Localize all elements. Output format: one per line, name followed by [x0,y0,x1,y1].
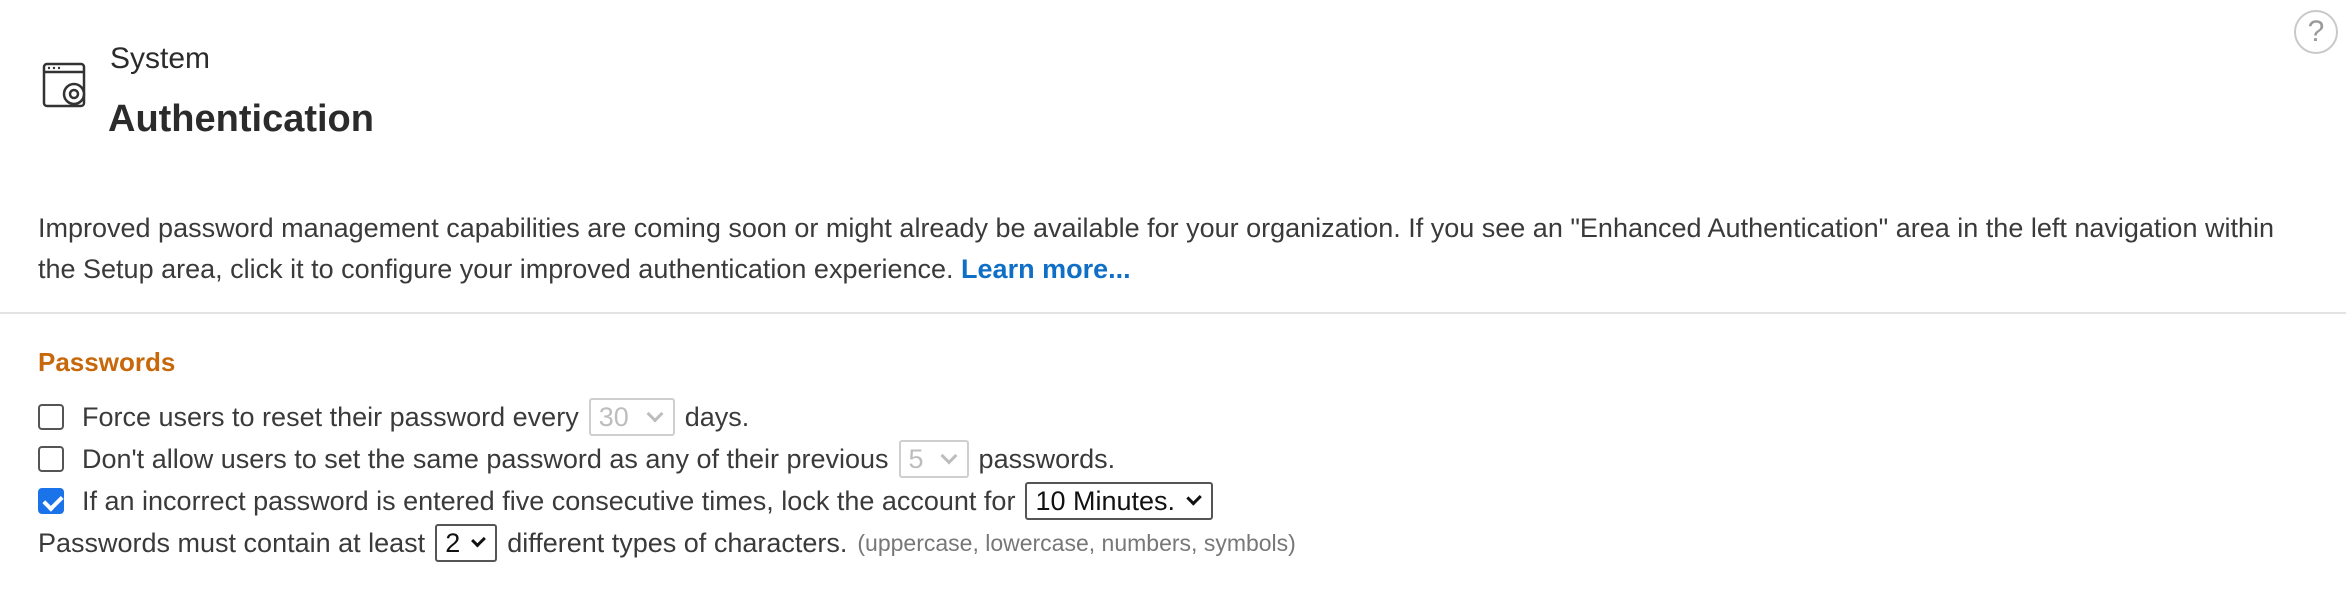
complexity-label: Passwords must contain at least [38,527,426,558]
lockout-label: If an incorrect password is entered five… [82,485,1016,516]
password-reset-days-value: 30 [598,401,629,432]
page-title: Authentication [108,98,374,140]
chevron-down-icon [1186,490,1203,506]
lockout-duration-value: 10 Minutes. [1035,485,1176,516]
lockout-row: If an incorrect password is entered five… [38,482,1223,520]
complexity-suffix: different types of characters. [507,527,848,558]
complexity-select[interactable]: 2 [435,524,498,562]
password-reset-label: Force users to reset their password ever… [82,401,579,432]
passwords-section-title: Passwords [38,347,176,377]
enhanced-auth-notice: Improved password management capabilitie… [38,208,2308,290]
password-reset-checkbox[interactable] [38,404,64,430]
lockout-duration-select[interactable]: 10 Minutes. [1025,482,1214,520]
learn-more-link[interactable]: Learn more... [961,254,1131,284]
complexity-value: 2 [445,527,461,558]
settings-window-icon [42,62,86,108]
password-reset-suffix: days. [684,401,750,432]
password-reset-days-select[interactable]: 30 [588,398,675,436]
complexity-hint: (uppercase, lowercase, numbers, symbols) [857,529,1296,556]
complexity-row: Passwords must contain at least 2 differ… [38,524,1296,562]
chevron-down-icon [940,447,958,465]
password-history-row: Don't allow users to set the same passwo… [38,440,1115,478]
password-history-value: 5 [908,443,924,474]
notice-text: Improved password management capabilitie… [38,213,2274,284]
password-history-label: Don't allow users to set the same passwo… [82,443,889,474]
lockout-checkbox[interactable] [38,488,64,514]
password-history-suffix: passwords. [978,443,1116,474]
help-button[interactable]: ? [2294,10,2338,54]
password-reset-row: Force users to reset their password ever… [38,398,749,436]
chevron-down-icon [471,532,487,548]
page-eyebrow: System [110,42,211,75]
divider [0,312,2346,314]
password-history-checkbox[interactable] [38,446,64,472]
help-icon: ? [2307,15,2325,48]
page-header: System Authentication [40,38,2320,158]
chevron-down-icon [646,405,664,423]
password-history-select[interactable]: 5 [898,440,969,478]
